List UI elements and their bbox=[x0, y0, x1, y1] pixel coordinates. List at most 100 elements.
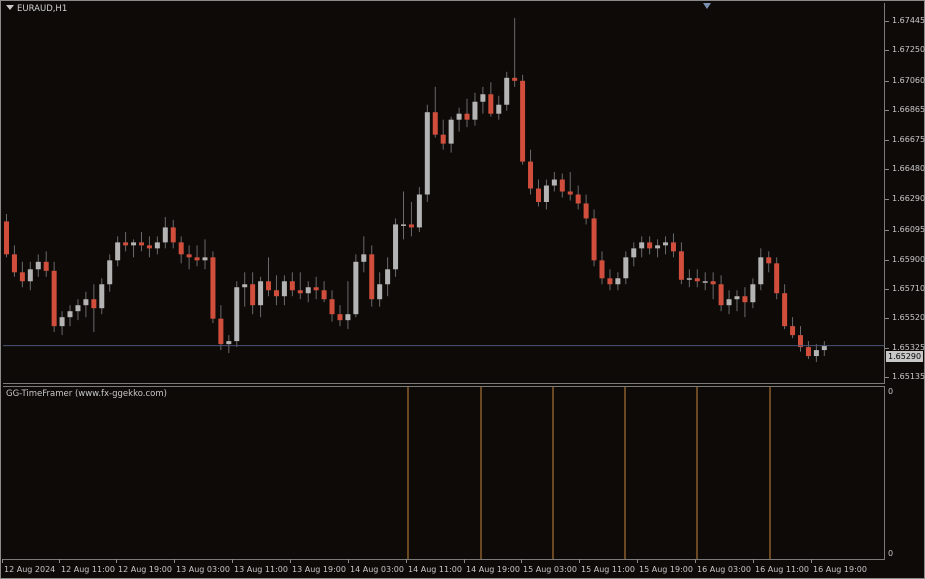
price-axis-label: 1.65520 bbox=[892, 313, 925, 322]
candle bbox=[448, 116, 454, 153]
price-axis-label: 1.67060 bbox=[892, 76, 925, 85]
indicator-pane[interactable] bbox=[3, 386, 885, 560]
candle bbox=[107, 254, 113, 292]
bearish-candle-body bbox=[146, 245, 152, 249]
indicator-scale-top: 0 bbox=[888, 387, 894, 396]
bearish-candle-body bbox=[210, 257, 216, 319]
bearish-candle-body bbox=[19, 272, 25, 282]
candle bbox=[710, 272, 716, 300]
bullish-candle-body bbox=[551, 179, 557, 186]
indicator-title: GG-TimeFramer (www.fx-ggekko.com) bbox=[6, 389, 167, 399]
candle bbox=[726, 290, 732, 315]
candle bbox=[91, 284, 97, 333]
candle bbox=[99, 278, 105, 315]
bullish-candle-body bbox=[131, 242, 137, 246]
bearish-candle-body bbox=[591, 218, 597, 261]
bearish-candle-body bbox=[512, 77, 518, 81]
price-axis-label: 1.65135 bbox=[892, 372, 925, 381]
candle bbox=[551, 172, 557, 192]
price-axis-tick bbox=[885, 348, 889, 349]
bearish-candle-body bbox=[51, 270, 57, 327]
price-axis-tick bbox=[885, 318, 889, 319]
candle bbox=[559, 173, 565, 198]
bearish-candle-body bbox=[273, 290, 279, 297]
bearish-candle-body bbox=[4, 221, 9, 255]
chart-shift-marker-icon[interactable] bbox=[703, 3, 711, 9]
bearish-candle-body bbox=[250, 284, 256, 306]
price-axis-tick bbox=[885, 140, 889, 141]
bullish-candle-body bbox=[99, 284, 105, 309]
candle bbox=[480, 86, 486, 114]
candle bbox=[758, 248, 764, 291]
bullish-candle-body bbox=[813, 350, 819, 357]
bullish-candle-body bbox=[258, 281, 264, 306]
time-axis-tick bbox=[637, 559, 638, 563]
candle bbox=[321, 281, 327, 303]
candle bbox=[123, 231, 129, 252]
price-axis-tick bbox=[885, 21, 889, 22]
bearish-candle-body bbox=[766, 257, 772, 264]
candle bbox=[266, 257, 272, 297]
candle bbox=[440, 119, 446, 150]
candle bbox=[234, 281, 240, 348]
candle bbox=[512, 17, 518, 87]
candle bbox=[464, 98, 470, 128]
bearish-candle-body bbox=[583, 203, 589, 219]
time-axis-tick bbox=[348, 559, 349, 563]
time-axis-label: 15 Aug 19:00 bbox=[639, 565, 693, 574]
candle bbox=[43, 251, 49, 277]
time-axis-label: 13 Aug 11:00 bbox=[234, 565, 288, 574]
candle bbox=[178, 236, 184, 264]
price-axis-label: 1.66675 bbox=[892, 135, 925, 144]
candle bbox=[11, 245, 17, 277]
candle bbox=[591, 209, 597, 267]
candlestick-chart[interactable] bbox=[3, 3, 884, 383]
candle bbox=[4, 213, 9, 258]
time-axis-tick bbox=[464, 559, 465, 563]
candle bbox=[218, 305, 224, 351]
bearish-candle-body bbox=[440, 134, 446, 144]
bullish-candle-body bbox=[543, 185, 549, 202]
bullish-candle-body bbox=[631, 248, 637, 258]
candle bbox=[623, 251, 629, 285]
dropdown-triangle-icon[interactable] bbox=[6, 5, 14, 10]
candle bbox=[488, 82, 494, 117]
indicator-scale-bottom: 0 bbox=[888, 549, 894, 558]
candle bbox=[631, 242, 637, 267]
time-axis-tick bbox=[59, 559, 60, 563]
bullish-candle-body bbox=[456, 113, 462, 120]
price-axis-label: 1.65710 bbox=[892, 284, 925, 293]
price-chart-pane[interactable] bbox=[3, 3, 885, 384]
price-axis-label: 1.67445 bbox=[892, 16, 925, 25]
candle bbox=[583, 194, 589, 225]
bullish-candle-body bbox=[623, 257, 629, 279]
bullish-candle-body bbox=[663, 242, 669, 246]
time-axis-label: 12 Aug 2024 bbox=[4, 565, 56, 574]
price-axis-tick bbox=[885, 260, 889, 261]
price-axis-tick bbox=[885, 110, 889, 111]
candle bbox=[734, 290, 740, 312]
bearish-candle-body bbox=[369, 254, 375, 300]
candle bbox=[329, 290, 335, 322]
time-axis-tick bbox=[116, 559, 117, 563]
candle bbox=[186, 245, 192, 270]
candle bbox=[75, 299, 81, 321]
bullish-candle-body bbox=[202, 257, 208, 261]
candle bbox=[655, 239, 661, 258]
candle bbox=[353, 254, 359, 318]
bearish-candle-body bbox=[774, 263, 780, 294]
bullish-candle-body bbox=[385, 269, 391, 285]
time-axis-label: 15 Aug 11:00 bbox=[581, 565, 635, 574]
bullish-candle-body bbox=[758, 257, 764, 285]
price-axis-label: 1.66095 bbox=[892, 225, 925, 234]
bearish-candle-body bbox=[194, 257, 200, 261]
bearish-candle-body bbox=[710, 281, 716, 285]
candle bbox=[599, 251, 605, 285]
candle bbox=[170, 219, 176, 249]
time-axis-tick bbox=[521, 559, 522, 563]
symbol-label: EURAUD,H1 bbox=[6, 4, 67, 14]
bearish-candle-body bbox=[186, 254, 192, 258]
bearish-candle-body bbox=[170, 227, 176, 243]
price-axis-tick bbox=[885, 377, 889, 378]
bullish-candle-body bbox=[750, 284, 756, 303]
